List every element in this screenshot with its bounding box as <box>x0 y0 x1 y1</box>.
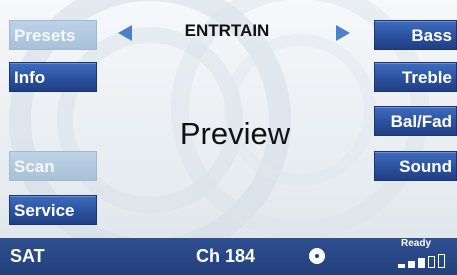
scan-button[interactable]: Scan <box>9 151 97 181</box>
bass-button[interactable]: Bass <box>374 20 457 50</box>
category-label: ENTRTAIN <box>184 21 270 40</box>
source-label: SAT <box>10 246 45 266</box>
disc-icon <box>309 248 325 264</box>
audio-screen: Presets Info Scan Service Bass Treble Ba… <box>0 0 457 275</box>
sound-button[interactable]: Sound <box>374 151 457 181</box>
ready-label: Ready <box>401 238 432 249</box>
service-button[interactable]: Service <box>9 195 97 225</box>
info-button[interactable]: Info <box>9 62 97 92</box>
right-triangle-arrow-icon[interactable] <box>336 25 350 41</box>
treble-button[interactable]: Treble <box>374 62 457 92</box>
presets-button[interactable]: Presets <box>9 20 97 50</box>
signal-strength-icon <box>398 252 454 268</box>
left-triangle-arrow-icon[interactable] <box>118 25 132 41</box>
channel-label: Ch 184 <box>196 246 256 266</box>
status-bar: SAT Ch 184 Ready <box>0 238 457 275</box>
mode-title: Preview <box>179 116 291 151</box>
bal-fad-button[interactable]: Bal/Fad <box>374 106 457 136</box>
